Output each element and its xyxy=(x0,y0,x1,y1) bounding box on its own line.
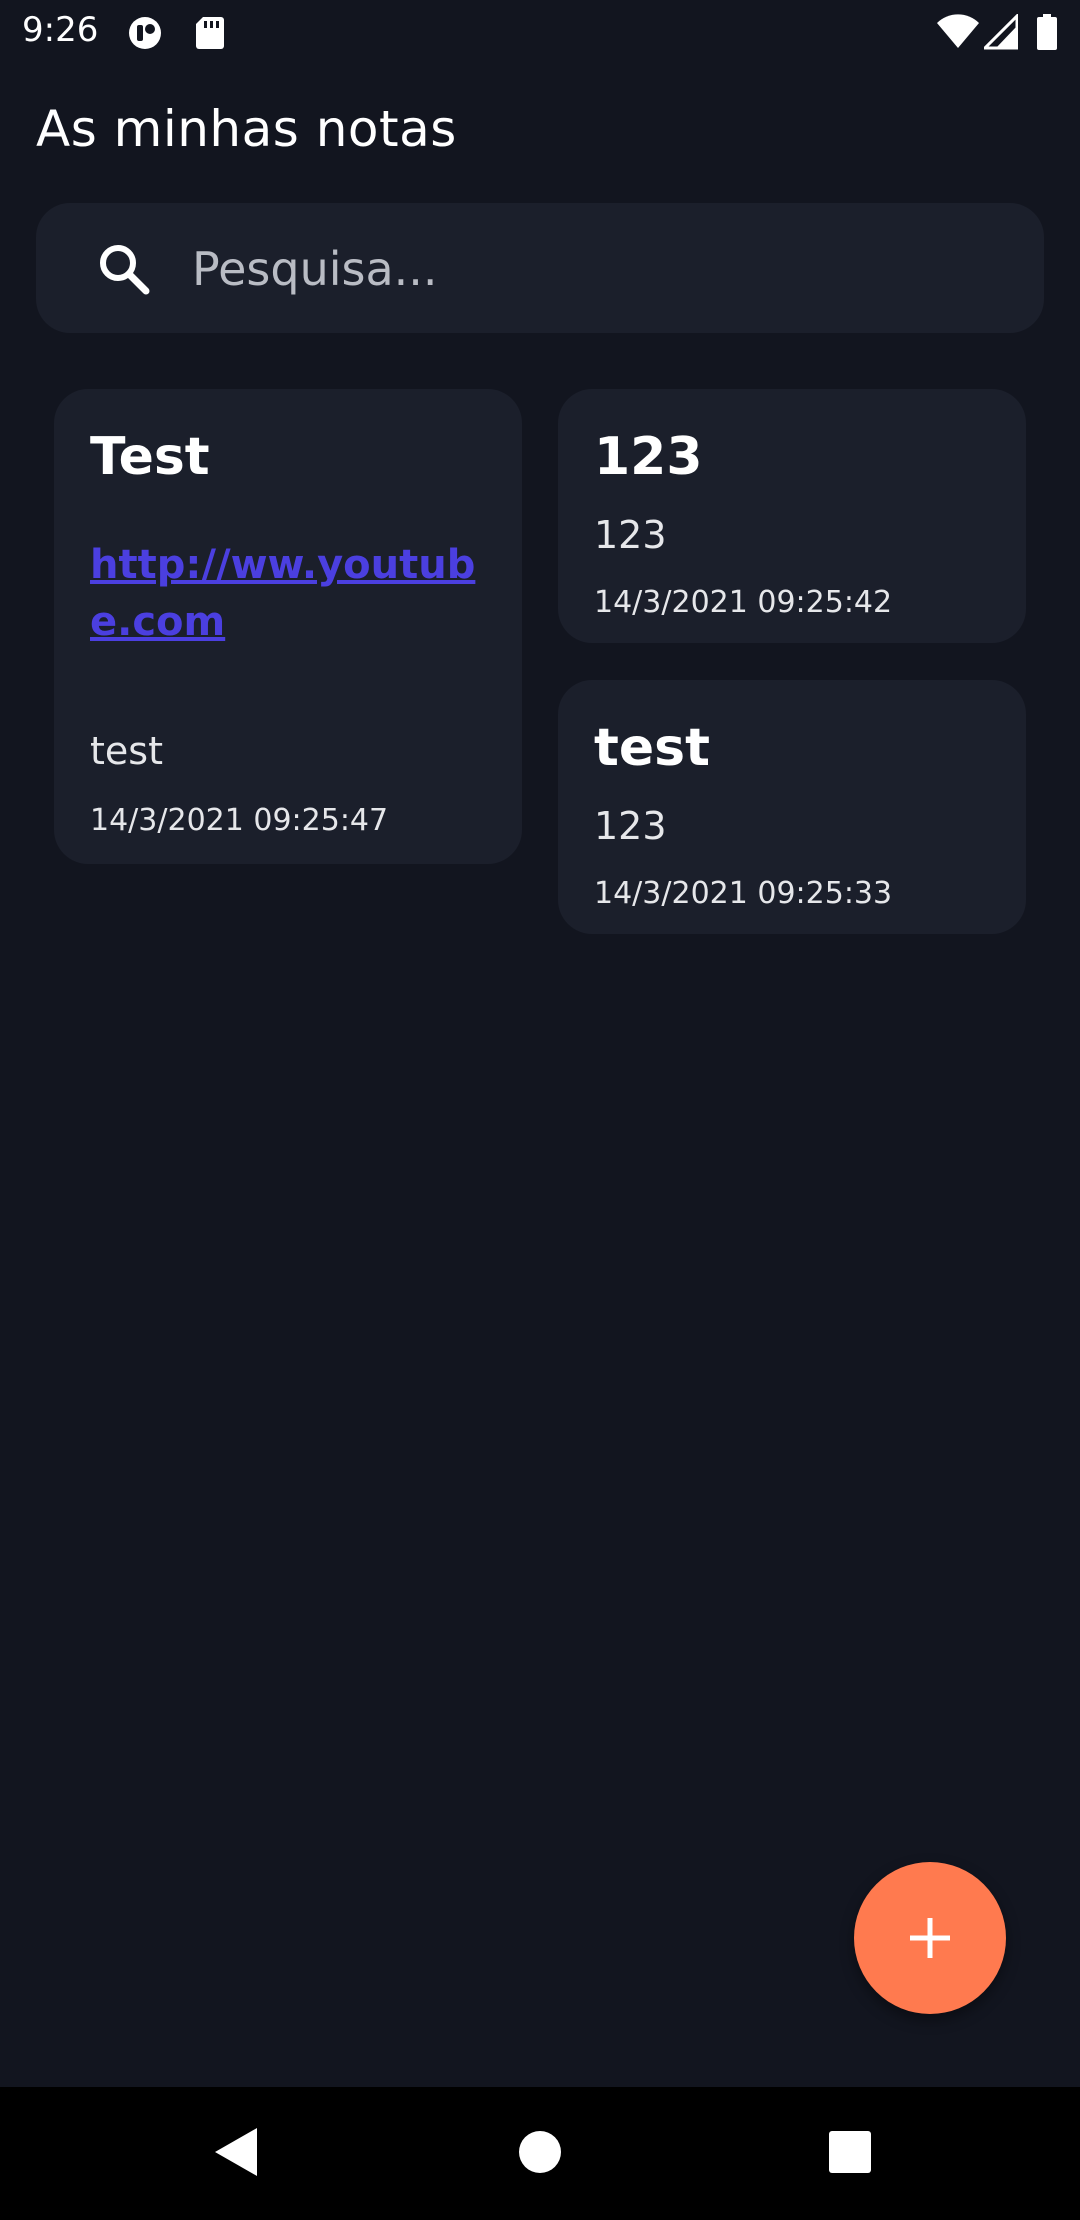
page-title: As minhas notas xyxy=(36,100,457,158)
battery-icon xyxy=(1037,14,1057,50)
wifi-icon xyxy=(937,14,979,48)
status-time: 9:26 xyxy=(22,10,99,50)
recents-icon[interactable] xyxy=(805,2107,895,2197)
search-input[interactable] xyxy=(190,231,1014,307)
note-body: 123 xyxy=(594,513,667,557)
note-body: 123 xyxy=(594,804,667,848)
search-bar[interactable] xyxy=(36,203,1044,333)
sd-card-icon xyxy=(196,17,224,49)
note-card[interactable]: 123 123 14/3/2021 09:25:42 xyxy=(558,389,1026,643)
signal-icon xyxy=(984,14,1018,50)
note-title: 123 xyxy=(594,427,703,487)
add-note-button[interactable] xyxy=(854,1862,1006,2014)
notification-icon xyxy=(129,17,161,49)
plus-icon xyxy=(910,1918,950,1958)
search-icon xyxy=(100,245,150,295)
note-date: 14/3/2021 09:25:33 xyxy=(594,876,893,911)
back-icon[interactable] xyxy=(195,2107,285,2197)
note-title: Test xyxy=(90,427,210,487)
note-card[interactable]: Test http://ww.youtube.com test 14/3/202… xyxy=(54,389,522,864)
status-bar: 9:26 xyxy=(0,0,1080,64)
note-card[interactable]: test 123 14/3/2021 09:25:33 xyxy=(558,680,1026,934)
note-date: 14/3/2021 09:25:42 xyxy=(594,585,893,620)
note-date: 14/3/2021 09:25:47 xyxy=(90,803,389,838)
note-body: test xyxy=(90,729,163,773)
note-link[interactable]: http://ww.youtube.com xyxy=(90,537,500,651)
navigation-bar xyxy=(0,2087,1080,2220)
note-title: test xyxy=(594,718,710,778)
home-icon[interactable] xyxy=(495,2107,585,2197)
